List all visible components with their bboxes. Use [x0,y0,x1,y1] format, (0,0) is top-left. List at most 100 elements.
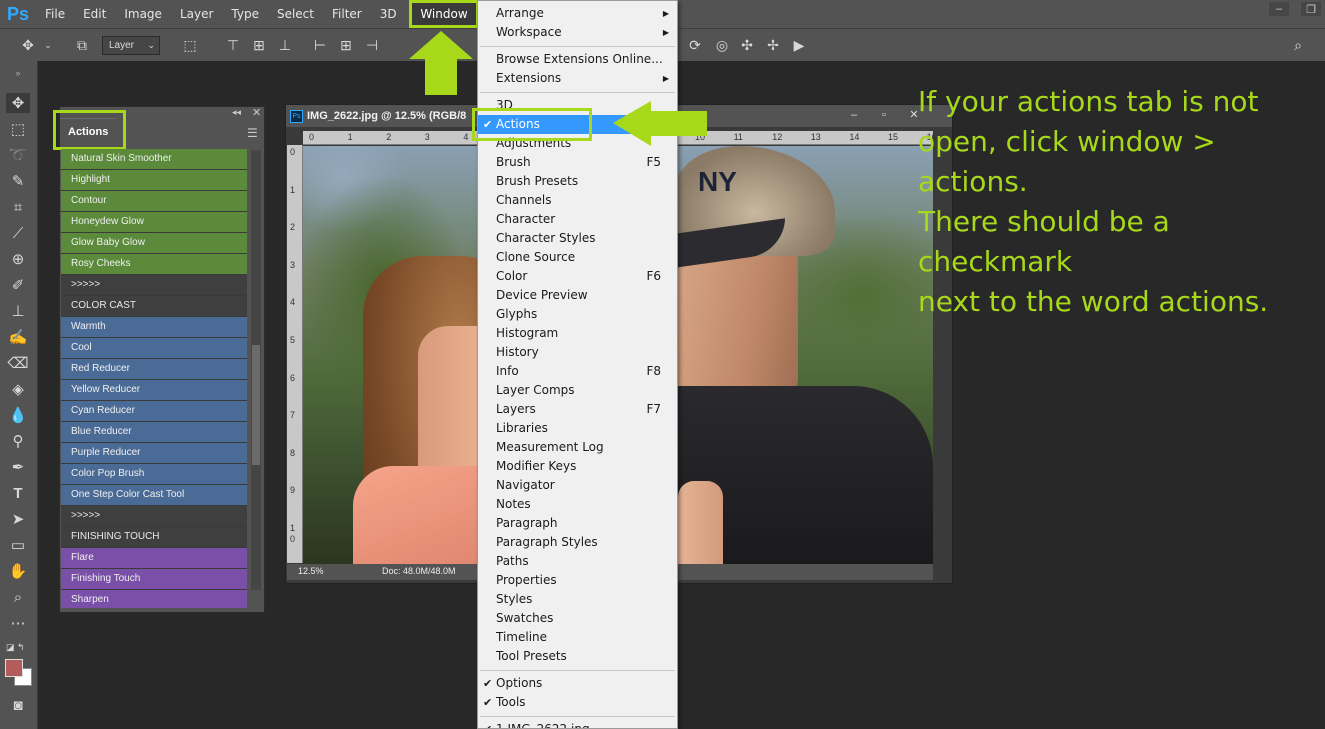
window-menu-item-browse-extensions-online[interactable]: Browse Extensions Online... [478,50,677,69]
action-row[interactable]: Rosy Cheeks [61,254,247,275]
window-menu-item-notes[interactable]: Notes [478,495,677,514]
menu-layer[interactable]: Layer [171,0,222,28]
dodge-tool-icon[interactable]: ⚲ [6,431,30,451]
eraser-tool-icon[interactable]: ⌫ [6,353,30,373]
3d-roll-icon[interactable]: ◎ [712,35,732,55]
action-row[interactable]: >>>>> [61,275,247,296]
collapse-panel-icon[interactable]: ◂◂ [232,107,241,118]
action-row[interactable]: Purple Reducer [61,443,247,464]
type-tool-icon[interactable]: T [6,483,30,503]
healing-brush-tool-icon[interactable]: ⊕ [6,249,30,269]
move-tool-icon[interactable]: ✥ [18,35,38,55]
zoom-tool-icon[interactable]: ⌕ [6,587,30,607]
foreground-color-swatch[interactable] [5,659,23,677]
clone-stamp-tool-icon[interactable]: ⊥ [6,301,30,321]
window-menu-item-info[interactable]: Info F8 [478,362,677,381]
blur-tool-icon[interactable]: 💧 [6,405,30,425]
menu-window[interactable]: Window [409,0,479,28]
action-row[interactable]: One Step Color Cast Tool [61,485,247,506]
window-menu-item-clone-source[interactable]: Clone Source [478,248,677,267]
minimize-button[interactable]: – [1269,2,1289,16]
3d-slide-icon[interactable]: ✢ [763,35,783,55]
3d-orbit-icon[interactable]: ⟳ [685,35,705,55]
path-selection-tool-icon[interactable]: ➤ [6,509,30,529]
menu-image[interactable]: Image [115,0,171,28]
action-row[interactable]: Cyan Reducer [61,401,247,422]
quick-mask-icon[interactable]: ◙ [6,695,30,715]
window-menu-item-paths[interactable]: Paths [478,552,677,571]
action-row[interactable]: >>>>> [61,506,247,527]
window-menu-item-timeline[interactable]: Timeline [478,628,677,647]
default-colors-icon[interactable]: ◪ ↰ [6,637,30,657]
window-menu-item-options[interactable]: ✔ Options [478,674,677,693]
window-menu-item-glyphs[interactable]: Glyphs [478,305,677,324]
action-row[interactable]: Finishing Touch [61,569,247,590]
align-right-icon[interactable]: ⊣ [362,35,382,55]
action-row[interactable]: Contour [61,191,247,212]
3d-scale-icon[interactable]: ▶ [789,35,809,55]
auto-select-dropdown[interactable]: Layer ⌄ [102,36,160,55]
action-row[interactable]: Red Reducer [61,359,247,380]
action-row[interactable]: Cool [61,338,247,359]
window-menu-item-character-styles[interactable]: Character Styles [478,229,677,248]
window-menu-item-brush[interactable]: Brush F5 [478,153,677,172]
restore-button[interactable]: ❐ [1301,2,1321,16]
action-row[interactable]: Yellow Reducer [61,380,247,401]
window-menu-item-character[interactable]: Character [478,210,677,229]
window-menu-item-tool-presets[interactable]: Tool Presets [478,647,677,666]
hand-tool-icon[interactable]: ✋ [6,561,30,581]
action-row[interactable]: Honeydew Glow [61,212,247,233]
menu-select[interactable]: Select [268,0,323,28]
rectangle-tool-icon[interactable]: ▭ [6,535,30,555]
auto-select-icon[interactable]: ⧉ [72,35,92,55]
window-menu-item-layers[interactable]: Layers F7 [478,400,677,419]
action-row[interactable]: COLOR CAST [61,296,247,317]
collapse-toolbox-icon[interactable]: » [6,63,30,83]
window-menu-item-measurement-log[interactable]: Measurement Log [478,438,677,457]
transform-controls-icon[interactable]: ⬚ [180,35,200,55]
crop-tool-icon[interactable]: ⌗ [6,197,30,217]
lasso-tool-icon[interactable]: ➰ [6,145,30,165]
vertical-ruler[interactable]: 0 1 2 3 4 5 6 7 8 9 1 0 [287,145,303,563]
window-menu-item-channels[interactable]: Channels [478,191,677,210]
minimize-icon[interactable]: – [846,108,862,122]
action-row[interactable]: Warmth [61,317,247,338]
window-menu-item-tools[interactable]: ✔ Tools [478,693,677,712]
align-left-icon[interactable]: ⊢ [310,35,330,55]
brush-tool-icon[interactable]: ✐ [6,275,30,295]
window-menu-item-properties[interactable]: Properties [478,571,677,590]
panel-scroll-thumb[interactable] [252,345,260,465]
action-row[interactable]: Highlight [61,170,247,191]
action-row[interactable]: Glow Baby Glow [61,233,247,254]
menu-type[interactable]: Type [222,0,268,28]
quick-selection-tool-icon[interactable]: ✎ [6,171,30,191]
window-menu-item-histogram[interactable]: Histogram [478,324,677,343]
window-menu-item-extensions[interactable]: Extensions ▶ [478,69,677,88]
action-row[interactable]: Color Pop Brush [61,464,247,485]
window-menu-item-styles[interactable]: Styles [478,590,677,609]
document-size-info[interactable]: Doc: 48.0M/48.0M [382,566,456,576]
window-menu-item-color[interactable]: Color F6 [478,267,677,286]
more-tools-icon[interactable]: ⋯ [6,613,30,633]
action-row[interactable]: FINISHING TOUCH [61,527,247,548]
action-row[interactable]: Natural Skin Smoother [61,149,247,170]
window-menu-item-paragraph[interactable]: Paragraph [478,514,677,533]
action-row[interactable]: Blue Reducer [61,422,247,443]
window-menu-item-workspace[interactable]: Workspace ▶ [478,23,677,42]
action-row[interactable]: Flare [61,548,247,569]
action-row[interactable]: Sharpen [61,590,247,608]
search-icon[interactable]: ⌕ [1288,35,1308,55]
3d-pan-icon[interactable]: ✣ [737,35,757,55]
window-menu-item-paragraph-styles[interactable]: Paragraph Styles [478,533,677,552]
menu-3d[interactable]: 3D [371,0,406,28]
panel-menu-icon[interactable]: ☰ [247,126,258,140]
close-icon[interactable]: ✕ [252,106,261,119]
eyedropper-tool-icon[interactable]: ⟋ [6,223,30,243]
window-menu-item-brush-presets[interactable]: Brush Presets [478,172,677,191]
menu-edit[interactable]: Edit [74,0,115,28]
window-menu-item-navigator[interactable]: Navigator [478,476,677,495]
window-menu-item-modifier-keys[interactable]: Modifier Keys [478,457,677,476]
pen-tool-icon[interactable]: ✒ [6,457,30,477]
paint-bucket-tool-icon[interactable]: ◈ [6,379,30,399]
align-vertical-center-icon[interactable]: ⊞ [249,35,269,55]
